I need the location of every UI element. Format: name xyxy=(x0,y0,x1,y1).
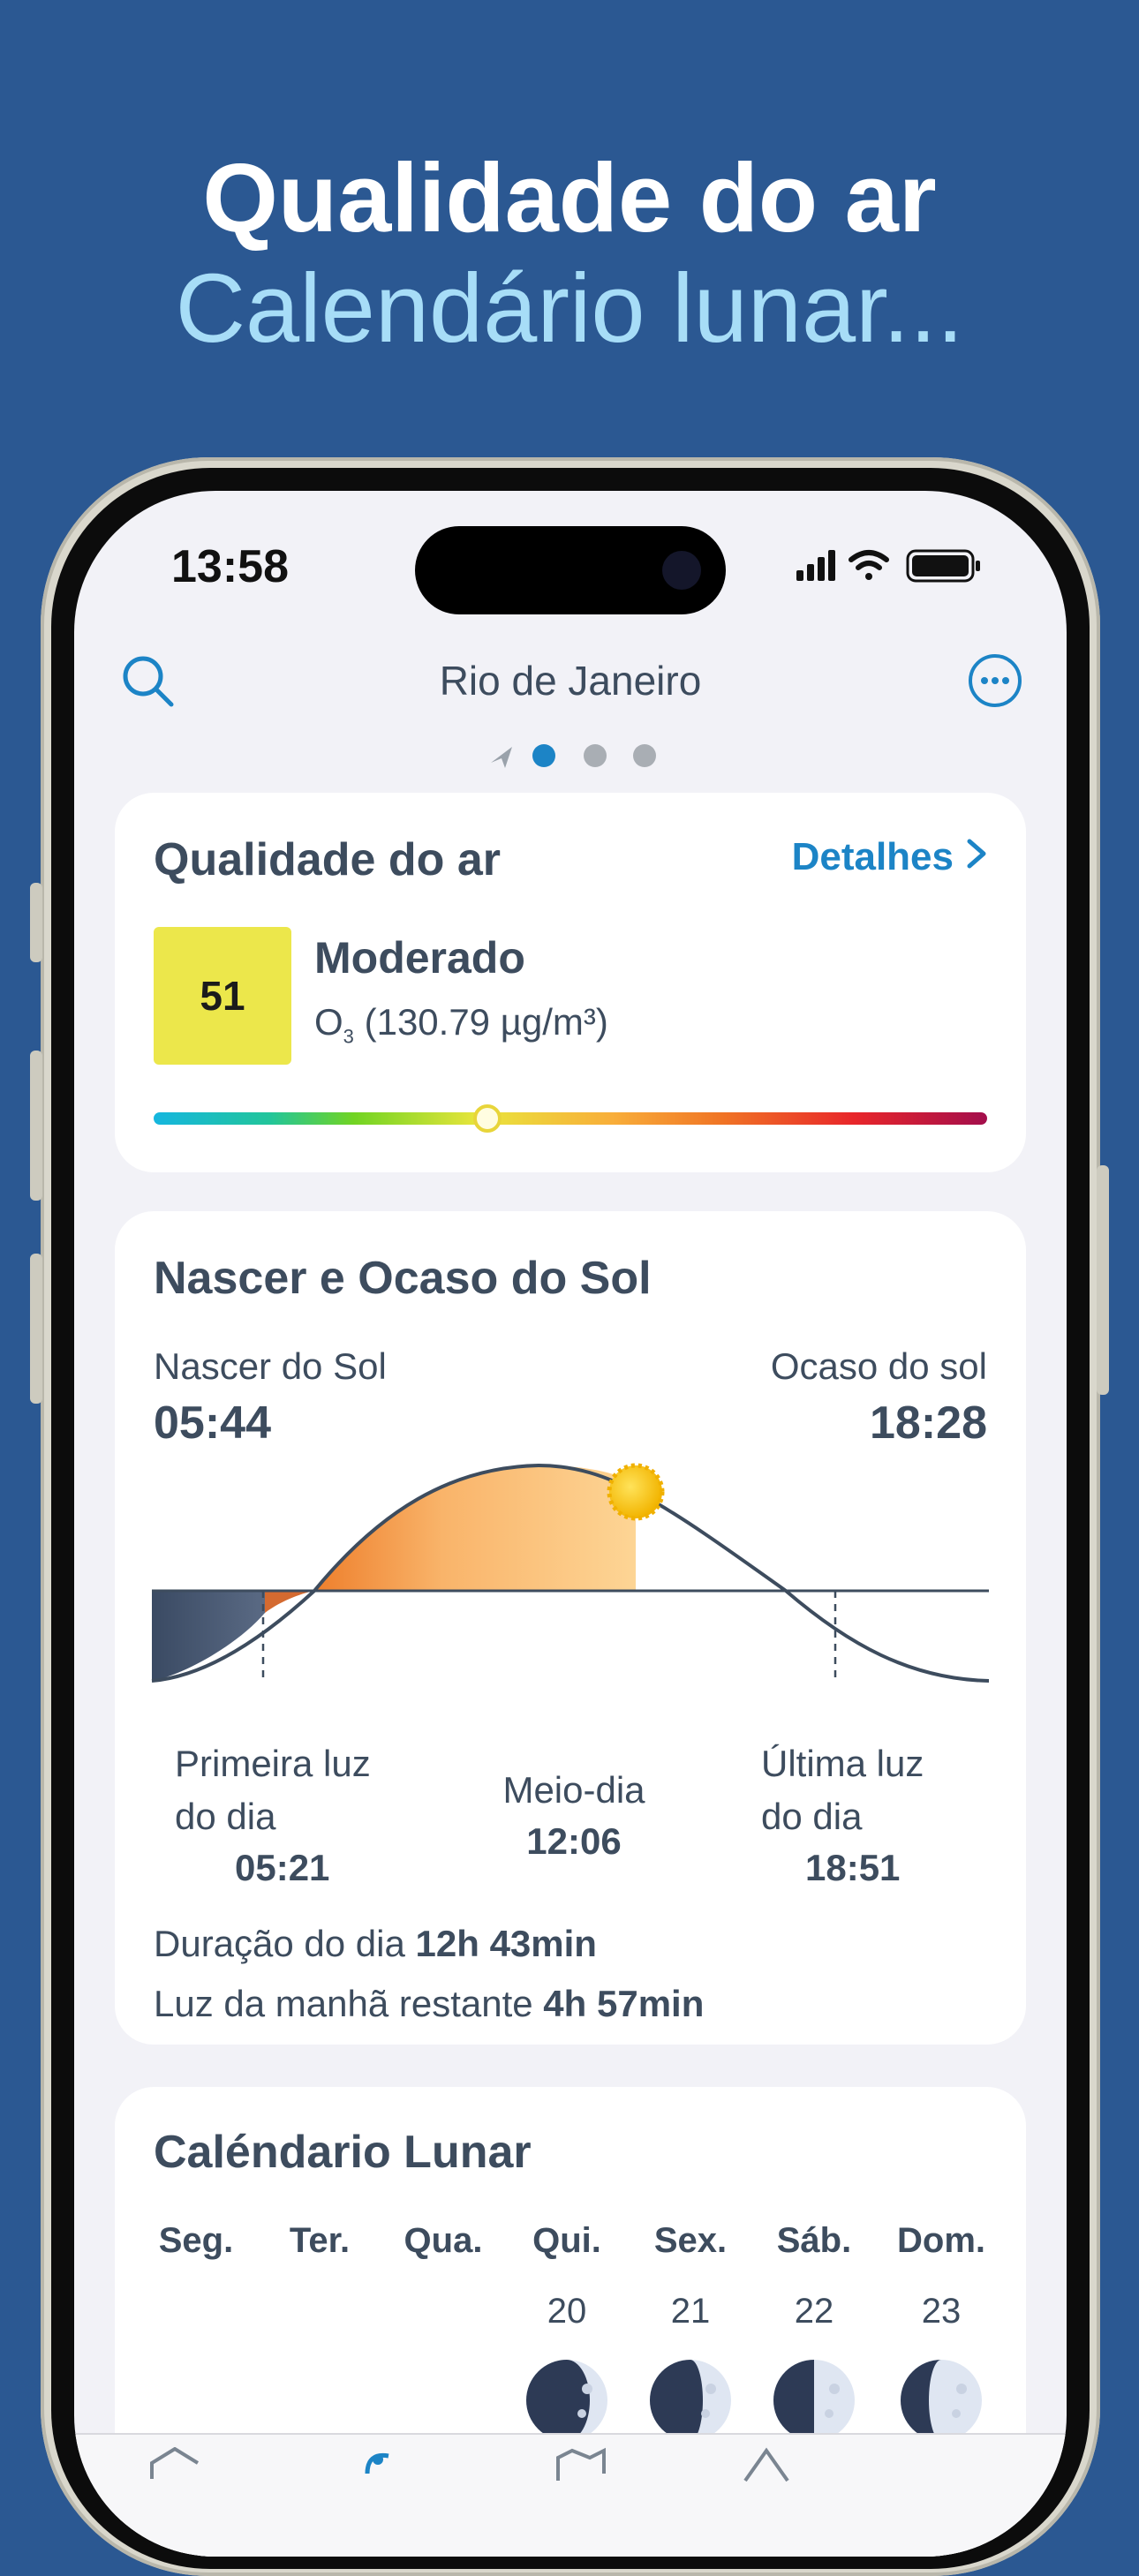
page-indicator[interactable] xyxy=(480,738,675,773)
sun-path-chart xyxy=(151,1463,990,1683)
side-button xyxy=(30,1051,42,1201)
status-time: 13:58 xyxy=(171,541,289,592)
promo-subheadline: Calendário lunar... xyxy=(175,254,964,363)
weekday-label: Qua. xyxy=(404,2221,483,2260)
aqi-index-badge: 51 xyxy=(154,927,291,1065)
chevron-right-icon xyxy=(966,835,987,879)
details-label: Detalhes xyxy=(791,835,954,878)
sun-card: Nascer e Ocaso do Sol Nascer do Sol 05:4… xyxy=(115,1211,1026,2045)
side-button xyxy=(30,1254,42,1404)
alert-icon[interactable] xyxy=(738,2447,795,2482)
remaining-light-label: Luz da manhã restante xyxy=(154,1983,533,2024)
weekday-label: Qui. xyxy=(532,2221,601,2260)
camera-icon xyxy=(662,551,701,590)
moon-phase-icon[interactable] xyxy=(898,2357,984,2444)
app-screen: 13:58 Rio de Janeiro Qualidade do ar Det… xyxy=(74,491,1067,2557)
moon-phase-icon[interactable] xyxy=(647,2357,734,2444)
noon-label: Meio-dia xyxy=(502,1769,645,1811)
day-number: 21 xyxy=(670,2292,711,2331)
day-length: Duração do dia 12h 43min xyxy=(154,1917,597,1970)
remaining-light: Luz da manhã restante 4h 57min xyxy=(154,1977,704,2030)
side-button xyxy=(1097,1165,1109,1395)
signal-icon xyxy=(796,550,835,581)
first-light-label-line2: do dia xyxy=(175,1796,276,1837)
noon-time: 12:06 xyxy=(526,1820,622,1862)
page-dot-active xyxy=(532,744,555,767)
weekday-label: Sáb. xyxy=(776,2221,852,2260)
last-light-label-line1: Última luz xyxy=(761,1743,924,1784)
page-dot xyxy=(633,744,656,767)
pollutant-subscript: 3 xyxy=(343,1025,354,1048)
night-area xyxy=(152,1591,265,1681)
aqi-scale-marker xyxy=(472,1104,502,1133)
day-number: 22 xyxy=(794,2292,834,2331)
moon-phase-icon[interactable] xyxy=(524,2357,610,2444)
twilight-area xyxy=(265,1591,314,1613)
dynamic-island xyxy=(415,526,726,614)
air-quality-title: Qualidade do ar xyxy=(154,834,501,885)
weekday-label: Ter. xyxy=(289,2221,351,2260)
day-length-label: Duração do dia xyxy=(154,1923,405,1964)
day-number: 20 xyxy=(547,2292,587,2331)
sun-icon xyxy=(607,1463,665,1521)
side-button xyxy=(30,883,42,962)
first-light-time: 05:21 xyxy=(235,1847,330,1888)
pollutant-name: O xyxy=(314,1001,343,1043)
page-dot xyxy=(584,744,607,767)
air-quality-card[interactable]: Qualidade do ar Detalhes 51 Moderado O3 … xyxy=(115,793,1026,1172)
location-arrow-icon xyxy=(491,747,512,768)
map-icon[interactable] xyxy=(553,2447,609,2482)
details-link[interactable]: Detalhes xyxy=(792,835,987,879)
day-number: 23 xyxy=(921,2292,962,2331)
more-icon[interactable] xyxy=(964,650,1026,712)
tab-bar xyxy=(74,2433,1067,2557)
wifi-icon xyxy=(849,550,889,580)
status-icons xyxy=(796,549,980,583)
promo-headline: Qualidade do ar xyxy=(202,144,937,252)
aqi-scale-bar xyxy=(154,1104,987,1133)
lunar-calendar-title: Caléndario Lunar xyxy=(154,2127,532,2178)
last-light-label: Última luz do dia xyxy=(761,1737,924,1843)
weekday-label: Dom. xyxy=(897,2221,985,2260)
aqi-level: Moderado xyxy=(314,933,525,983)
weekday-label: Seg. xyxy=(158,2221,234,2260)
first-light-label: Primeira luz do dia xyxy=(175,1737,371,1843)
daylight-area xyxy=(314,1465,636,1591)
weather-icon[interactable] xyxy=(350,2447,406,2482)
moon-phase-icon[interactable] xyxy=(771,2357,857,2444)
day-length-value: 12h 43min xyxy=(415,1923,597,1964)
weekday-label: Sex. xyxy=(653,2221,728,2260)
pollutant-value: (130.79 µg/m³) xyxy=(364,1001,608,1043)
home-icon[interactable] xyxy=(147,2447,203,2482)
remaining-light-value: 4h 57min xyxy=(543,1983,705,2024)
pollutant-text: O3 (130.79 µg/m³) xyxy=(314,1001,608,1048)
last-light-label-line2: do dia xyxy=(761,1796,863,1837)
location-title[interactable]: Rio de Janeiro xyxy=(74,657,1067,704)
battery-icon xyxy=(906,549,980,583)
first-light-label-line1: Primeira luz xyxy=(175,1743,371,1784)
last-light-time: 18:51 xyxy=(805,1847,901,1888)
